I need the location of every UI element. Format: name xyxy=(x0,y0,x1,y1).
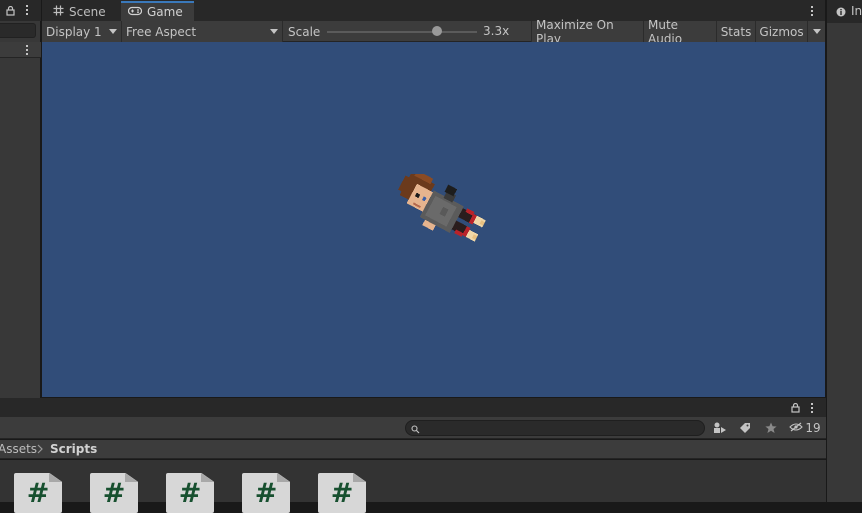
tab-game[interactable]: Game xyxy=(121,1,194,21)
search-icon xyxy=(411,423,420,437)
project-menu-icon[interactable] xyxy=(811,403,814,413)
tab-scene[interactable]: Scene xyxy=(46,2,112,21)
lock-icon[interactable] xyxy=(791,402,800,416)
stats-button[interactable]: Stats xyxy=(717,21,756,42)
stats-label: Stats xyxy=(720,24,752,39)
chevron-down-icon xyxy=(812,29,821,34)
left-panel xyxy=(0,0,41,398)
project-header xyxy=(0,398,826,417)
inspector-panel xyxy=(826,0,862,502)
aspect-dropdown[interactable]: Free Aspect xyxy=(122,21,283,42)
left-search-field[interactable] xyxy=(0,23,36,38)
scale-label: Scale xyxy=(288,24,321,39)
panel-menu-icon[interactable] xyxy=(26,5,29,15)
scale-slider-track[interactable] xyxy=(327,31,477,33)
grid-icon xyxy=(53,5,64,19)
scale-slider-thumb[interactable] xyxy=(431,26,442,36)
gizmos-dropdown[interactable] xyxy=(808,21,825,42)
filter-by-type-icon[interactable] xyxy=(709,419,731,437)
lock-icon[interactable] xyxy=(6,5,15,16)
csharp-hash: # xyxy=(254,478,278,509)
chevron-right-icon xyxy=(37,443,43,457)
chevron-down-icon xyxy=(270,29,278,34)
script-asset[interactable]: # xyxy=(318,473,366,513)
maximize-on-play-button[interactable]: Maximize On Play xyxy=(532,18,644,46)
star-icon[interactable] xyxy=(761,419,781,437)
info-icon xyxy=(836,6,846,20)
scale-control: Scale 3.3x xyxy=(284,21,532,42)
script-asset[interactable]: # xyxy=(90,473,138,513)
breadcrumb-assets[interactable]: Assets xyxy=(0,442,37,456)
script-asset[interactable]: # xyxy=(242,473,290,513)
inspector-tab[interactable]: In xyxy=(827,0,862,23)
chevron-down-icon xyxy=(109,29,117,34)
csharp-hash: # xyxy=(102,478,126,509)
sub-menu-icon[interactable] xyxy=(26,45,29,55)
project-search-input[interactable] xyxy=(405,420,705,436)
eye-slash-icon xyxy=(789,421,804,435)
tab-scene-label: Scene xyxy=(69,4,106,19)
display-label: Display 1 xyxy=(46,24,102,39)
hidden-packages-toggle[interactable]: 19 xyxy=(788,419,822,437)
tag-icon[interactable] xyxy=(735,419,755,437)
game-viewport[interactable] xyxy=(42,42,825,397)
breadcrumb: Assets Scripts xyxy=(0,440,826,459)
mute-audio-button[interactable]: Mute Audio xyxy=(644,18,717,46)
left-panel-subheader xyxy=(0,42,41,58)
hidden-count: 19 xyxy=(805,421,821,435)
left-panel-header xyxy=(0,0,41,21)
gizmos-label: Gizmos xyxy=(759,24,804,39)
gizmos-button[interactable]: Gizmos xyxy=(756,21,808,42)
display-dropdown[interactable]: Display 1 xyxy=(42,21,122,42)
csharp-hash: # xyxy=(26,478,50,509)
csharp-hash: # xyxy=(330,478,354,509)
gamepad-icon xyxy=(127,5,143,19)
scale-value: 3.3x xyxy=(483,24,510,38)
player-sprite xyxy=(398,174,486,242)
csharp-hash: # xyxy=(178,478,202,509)
breadcrumb-scripts[interactable]: Scripts xyxy=(50,442,97,456)
tab-game-label: Game xyxy=(147,5,183,19)
script-asset[interactable]: # xyxy=(166,473,214,513)
game-tab-menu-icon[interactable] xyxy=(811,6,814,16)
inspector-tab-label: In xyxy=(851,4,862,18)
aspect-label: Free Aspect xyxy=(126,24,197,39)
script-asset[interactable]: # xyxy=(14,473,62,513)
